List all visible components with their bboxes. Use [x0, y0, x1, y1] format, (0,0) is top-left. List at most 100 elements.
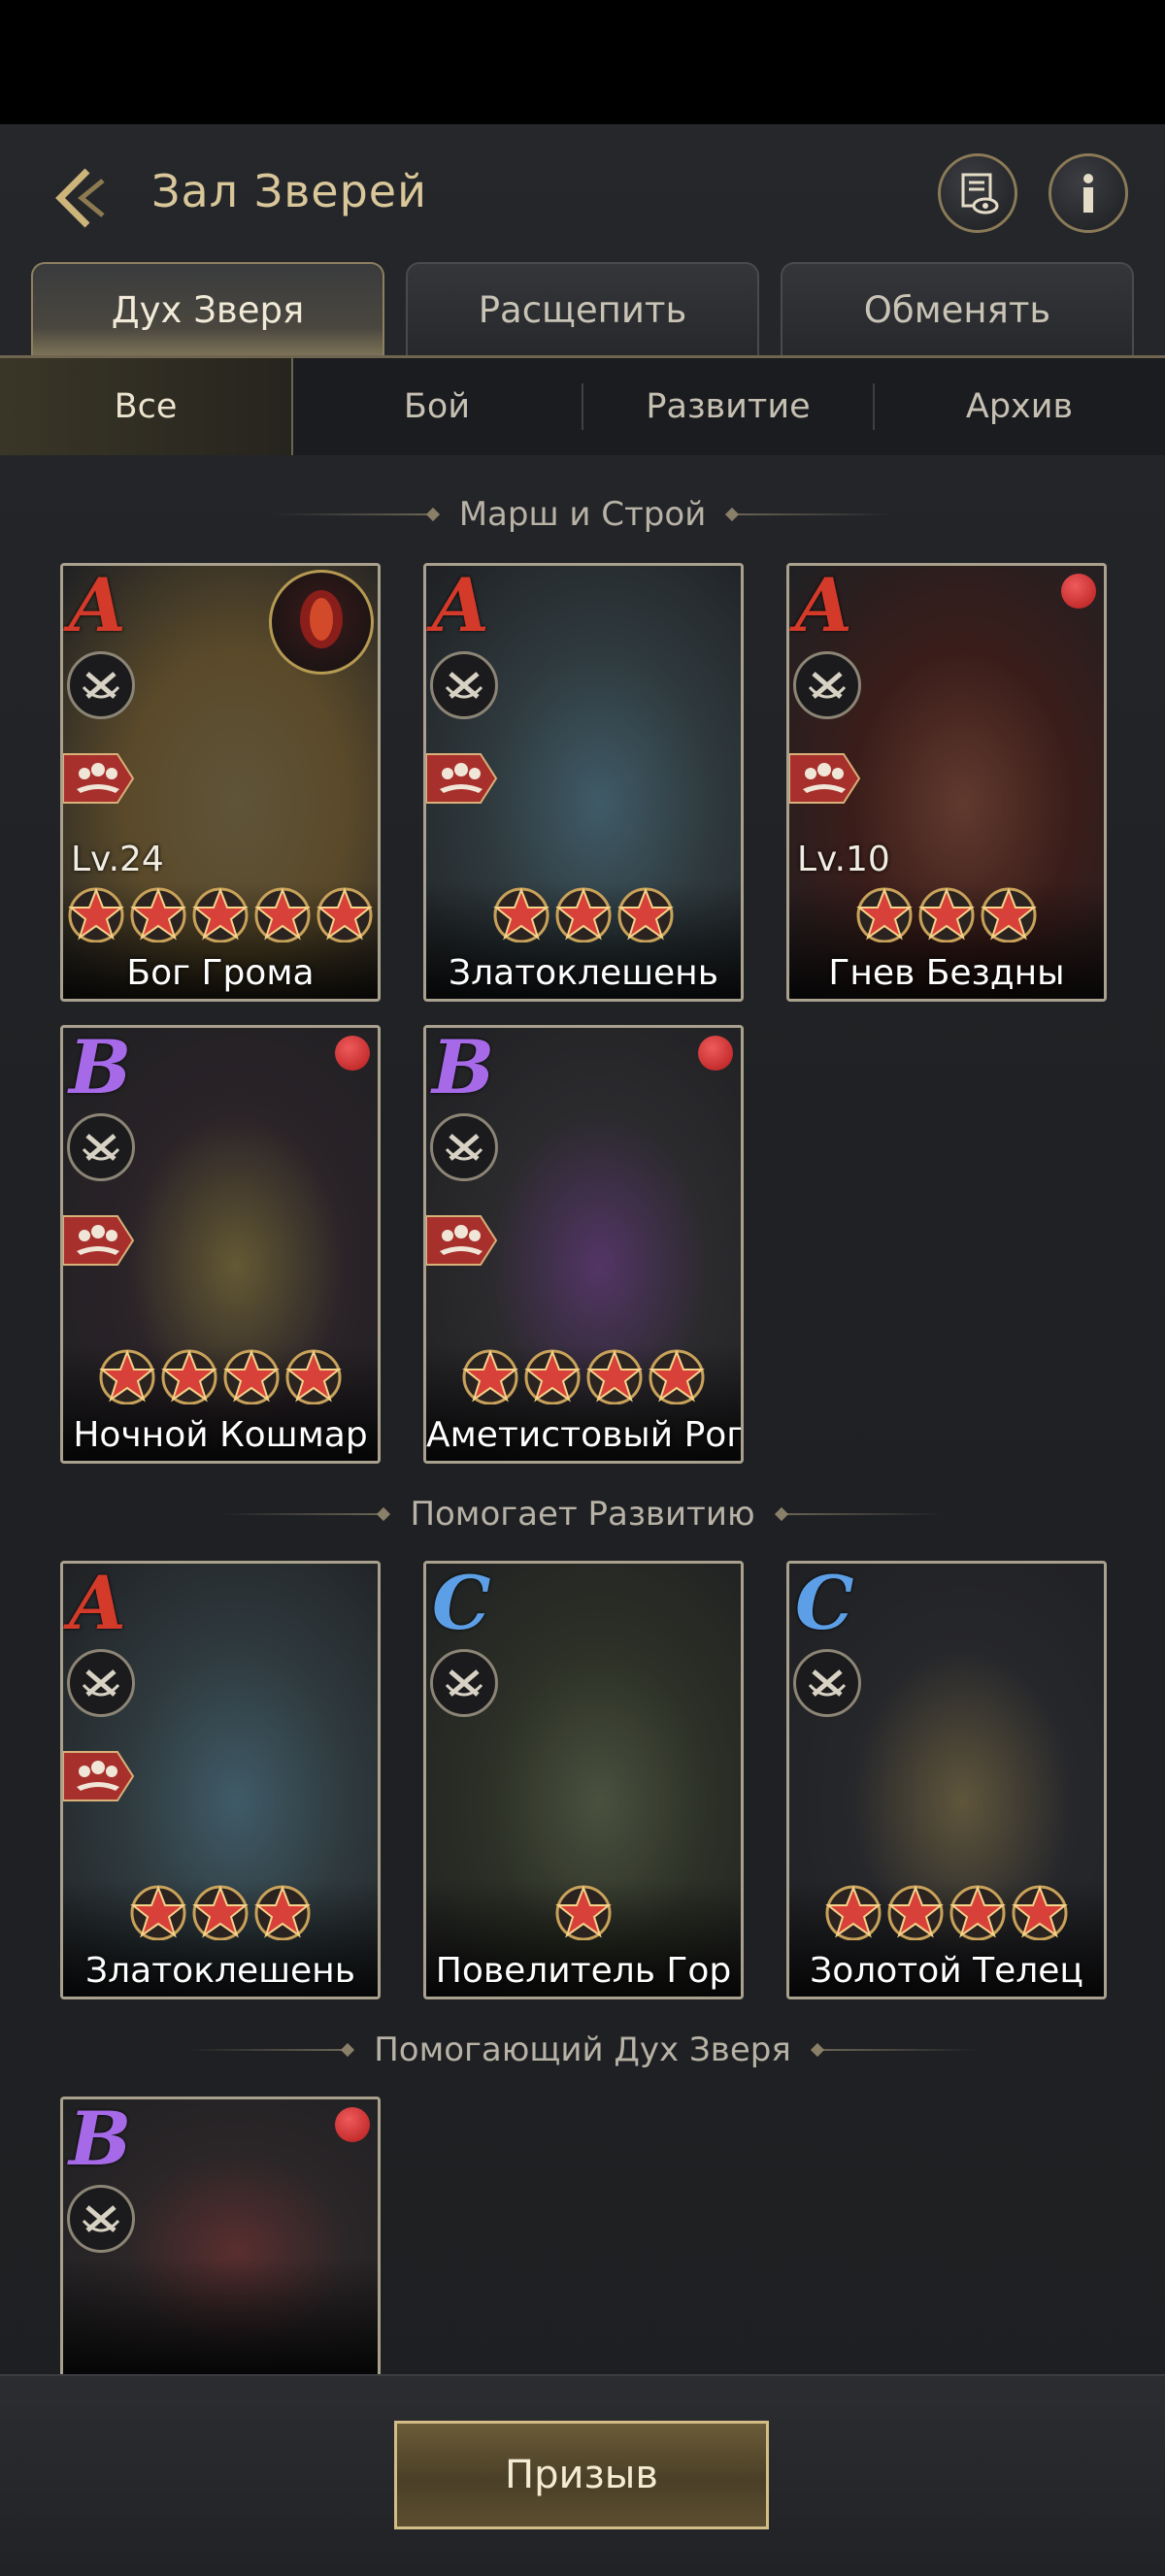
notification-dot [335, 2107, 370, 2142]
beast-name: Ночной Кошмар [73, 1415, 368, 1455]
notification-dot [698, 1036, 733, 1071]
beast-name: Златоклешень [85, 1951, 355, 1991]
diamond-ornament-icon [810, 2042, 824, 2058]
grade-badge: A [795, 563, 852, 648]
beast-card[interactable]: A Златоклешень [60, 1561, 381, 1999]
subtab-battle[interactable]: Бой [291, 358, 582, 455]
star-rating [426, 1882, 741, 1940]
section-title: Марш и Строй [458, 495, 707, 534]
star-icon [555, 887, 612, 942]
star-rating [426, 884, 741, 942]
beast-card[interactable]: B Ночной Кошмар [60, 1025, 381, 1464]
beast-card[interactable]: A Златоклешень [423, 563, 744, 1002]
tab-split[interactable]: Расщепить [406, 262, 759, 355]
star-rating [789, 884, 1104, 942]
star-icon [99, 1349, 155, 1404]
bond-badge-icon [426, 1212, 498, 1269]
section-development-header: Помогает Развитию [0, 1485, 1165, 1543]
star-icon [981, 887, 1037, 942]
info-icon [1083, 174, 1093, 213]
section-march-header: Марш и Строй [0, 485, 1165, 544]
divider-line [187, 2049, 344, 2051]
beast-name: Повелитель Гор [435, 1951, 732, 1991]
star-icon [254, 887, 311, 942]
bond-badge-icon [789, 750, 861, 807]
star-icon [555, 1885, 612, 1940]
card-shade [63, 2259, 378, 2375]
view-log-button[interactable] [938, 153, 1017, 233]
beast-name: Бог Грома [126, 953, 315, 993]
tab-beast-spirit[interactable]: Дух Зверя [31, 262, 384, 355]
star-rating [63, 1882, 378, 1940]
star-icon [825, 1885, 882, 1940]
notification-dot [335, 1036, 370, 1071]
role-icon [793, 1649, 861, 1717]
star-rating [426, 1346, 741, 1404]
section-title: Помогающий Дух Зверя [374, 2031, 791, 2069]
star-icon [649, 1349, 705, 1404]
role-icon [67, 1113, 135, 1181]
beast-card[interactable]: A Lv.10 Гнев Бездны [786, 563, 1107, 1002]
divider-line [272, 513, 428, 515]
page-title: Зал Зверей [151, 165, 428, 217]
role-icon [793, 651, 861, 719]
cobra-avatar-icon [269, 570, 374, 675]
grade-badge: B [432, 1025, 495, 1110]
star-icon [130, 887, 186, 942]
beast-name: Золотой Телец [810, 1951, 1083, 1991]
bond-badge-icon [63, 1212, 135, 1269]
back-arrow-icon [55, 168, 105, 228]
section-helper-header: Помогающий Дух Зверя [0, 2021, 1165, 2079]
star-icon [918, 887, 975, 942]
star-icon [856, 887, 913, 942]
bond-badge-icon [63, 1748, 135, 1804]
star-icon [617, 887, 674, 942]
notification-dot [1061, 574, 1096, 609]
star-icon [462, 1349, 518, 1404]
role-icon [430, 1649, 498, 1717]
star-rating [63, 884, 378, 942]
star-icon [586, 1349, 643, 1404]
star-rating [789, 1882, 1104, 1940]
beast-card[interactable]: A Lv.24 Бог Грома [60, 563, 381, 1002]
bottom-bar: Призыв [0, 2374, 1165, 2576]
beast-card[interactable]: B Аметистовый Рог [423, 1025, 744, 1464]
level-label: Lv.24 [71, 840, 164, 879]
star-icon [130, 1885, 186, 1940]
star-icon [524, 1349, 581, 1404]
info-button[interactable] [1048, 153, 1128, 233]
role-icon [67, 1649, 135, 1717]
star-icon [161, 1349, 217, 1404]
bond-badge-icon [63, 750, 135, 807]
header: Зал Зверей [0, 124, 1165, 256]
star-icon [192, 1885, 249, 1940]
subtab-all[interactable]: Все [0, 358, 293, 455]
divider-line [785, 1513, 942, 1515]
star-rating [63, 1346, 378, 1404]
grade-badge: C [432, 1561, 491, 1646]
level-label: Lv.10 [797, 840, 890, 879]
role-icon [430, 651, 498, 719]
section-title: Помогает Развитию [410, 1495, 755, 1534]
role-icon [67, 651, 135, 719]
star-icon [285, 1349, 342, 1404]
grade-badge: B [69, 1025, 132, 1110]
status-bar [0, 0, 1165, 124]
star-icon [223, 1349, 280, 1404]
summon-button[interactable]: Призыв [394, 2421, 769, 2529]
grade-badge: A [69, 1561, 126, 1646]
beast-card[interactable]: C Золотой Телец [786, 1561, 1107, 1999]
back-button[interactable] [43, 161, 116, 235]
diamond-ornament-icon [774, 1506, 788, 1522]
subtab-development[interactable]: Развитие [582, 358, 874, 455]
main-tabs: Дух Зверя Расщепить Обменять [31, 262, 1134, 355]
divider-line [737, 513, 893, 515]
beast-name: Гнев Бездны [828, 953, 1065, 993]
filter-tabs: Все Бой Развитие Архив [0, 358, 1165, 455]
tab-exchange[interactable]: Обменять [781, 262, 1134, 355]
beast-card[interactable]: C Повелитель Гор [423, 1561, 744, 1999]
star-icon [1012, 1885, 1068, 1940]
beast-card[interactable]: B [60, 2097, 381, 2378]
subtab-archive[interactable]: Архив [874, 358, 1165, 455]
diamond-ornament-icon [725, 507, 740, 522]
